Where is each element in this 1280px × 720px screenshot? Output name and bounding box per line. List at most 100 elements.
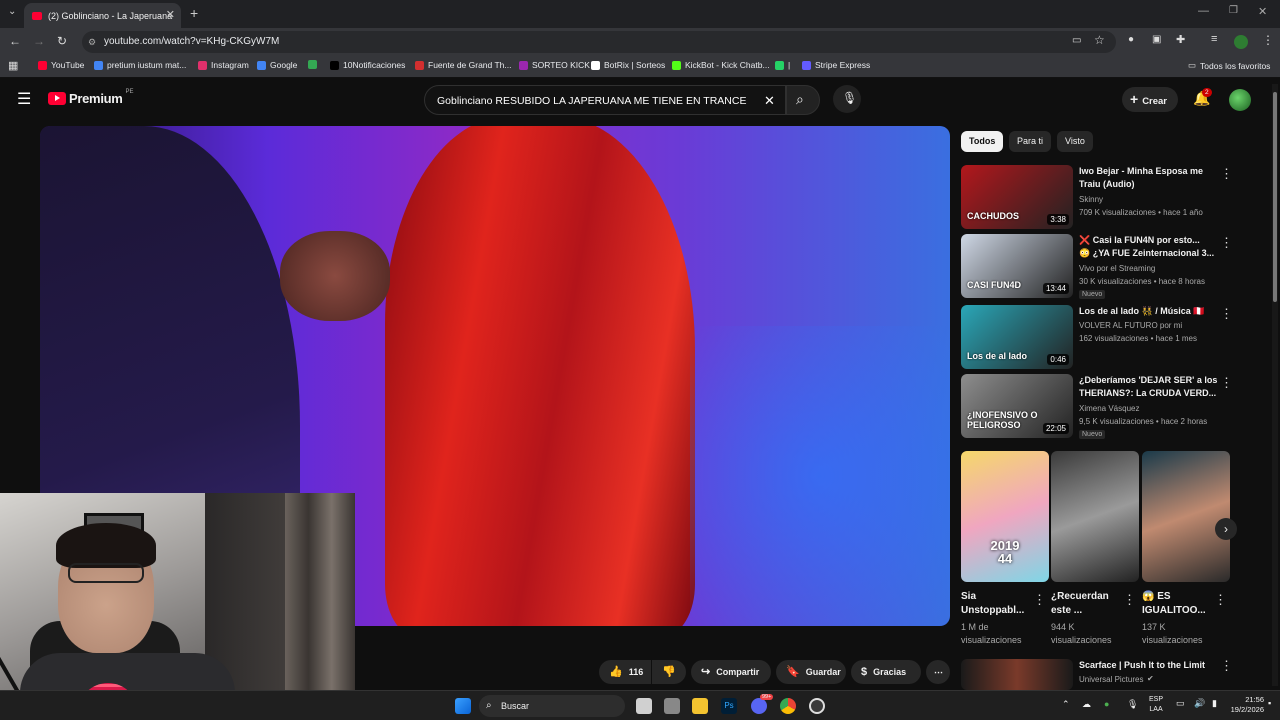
new-tab-icon[interactable]: +	[190, 5, 198, 21]
voice-search-button[interactable]: 🎙	[833, 85, 861, 113]
filter-chip[interactable]: Visto	[1057, 131, 1093, 152]
close-tab-icon[interactable]: ✕	[166, 8, 175, 21]
extension2-icon[interactable]: ▣	[1152, 34, 1161, 45]
url-field[interactable]: ⚙ youtube.com/watch?v=KHg-CKGyW7M	[82, 31, 1116, 53]
more-options-icon[interactable]: ⋮	[1220, 307, 1233, 320]
dislike-button[interactable]: 👎	[652, 660, 686, 684]
recommendation-title: Scarface | Push It to the Limit	[1079, 660, 1206, 670]
bookmark-star-icon[interactable]: ☆	[1094, 33, 1105, 47]
more-options-icon[interactable]: ⋮	[1220, 659, 1233, 672]
more-options-icon[interactable]: ⋮	[1220, 167, 1233, 180]
reading-list-icon[interactable]: ≡	[1211, 33, 1217, 45]
recommendation-item[interactable]: ¿INOFENSIVO O PELIGROSO 22:05 ¿Deberíamos …	[961, 374, 1261, 439]
back-icon[interactable]: ←	[9, 34, 21, 48]
more-options-icon[interactable]: ⋮	[1220, 236, 1233, 249]
search-button[interactable]: ⌕	[786, 85, 820, 115]
language-indicator[interactable]: ESP LAA	[1149, 695, 1163, 715]
monitor-icon[interactable]: ▭	[1176, 698, 1185, 709]
bookmark-item[interactable]: KickBot - Kick Chatb...	[672, 60, 770, 70]
more-options-icon[interactable]: ⋮	[1033, 593, 1046, 606]
file-explorer-icon[interactable]	[692, 698, 708, 714]
bookmark-item[interactable]: Google	[257, 60, 297, 70]
share-button[interactable]: ↪ Compartir	[691, 660, 771, 684]
extension-icon[interactable]: ●	[1128, 34, 1134, 45]
bookmark-item[interactable]: BotRix | Sorteos	[591, 60, 665, 70]
browser-menu-icon[interactable]: ⋮	[1262, 33, 1274, 47]
like-button[interactable]: 👍 116	[599, 660, 651, 684]
short-title[interactable]: Sia Unstoppabl...	[961, 590, 1024, 618]
bookmark-item[interactable]: Stripe Express	[802, 60, 870, 70]
filter-chip[interactable]: Todos	[961, 131, 1004, 152]
search-input[interactable]: Goblinciano RESUBIDO LA JAPERUANA ME TIE…	[424, 85, 786, 115]
short-title[interactable]: 😱 ES IGUALITOO...	[1142, 590, 1206, 618]
close-window-icon[interactable]: ✕	[1258, 5, 1267, 18]
page-scrollbar[interactable]	[1272, 84, 1278, 686]
title-line: ¿Deberíamos 'DEJAR SER' a los	[1079, 375, 1218, 385]
scrollbar-thumb[interactable]	[1273, 92, 1277, 302]
active-tab[interactable]: (2) Goblinciano - La Japeruana ✕	[24, 3, 181, 28]
more-actions-button[interactable]: ⋯	[926, 660, 950, 684]
thumbnail-text: CASI FUN4D	[967, 280, 1022, 290]
bookmark-item[interactable]: SORTEO KICK	[519, 60, 590, 70]
youtube-logo[interactable]: Premium PE	[48, 89, 134, 106]
bookmark-item[interactable]: |	[775, 60, 790, 70]
notification-center-icon[interactable]: ▪	[1268, 698, 1271, 708]
bookmark-item[interactable]: YouTube	[38, 60, 84, 70]
volume-icon[interactable]: 🔊	[1194, 698, 1205, 709]
bookmark-item[interactable]	[308, 60, 321, 69]
tray-icon[interactable]: ☁	[1082, 699, 1091, 710]
recommendation-channel: Universal Pictures	[1079, 675, 1144, 684]
cast-icon[interactable]: ▭	[1072, 35, 1081, 46]
thanks-label: Gracias	[873, 667, 907, 677]
windows-start-icon[interactable]	[455, 698, 471, 714]
short-title[interactable]: ¿Recuerdan este ...	[1051, 590, 1109, 618]
app-icon[interactable]	[664, 698, 680, 714]
filter-chip[interactable]: Para ti	[1009, 131, 1052, 152]
more-options-icon[interactable]: ⋮	[1214, 593, 1227, 606]
apps-grid-icon[interactable]: ▦	[8, 59, 18, 72]
account-avatar[interactable]	[1229, 89, 1251, 111]
shorts-next-button[interactable]: ›	[1215, 518, 1237, 540]
forward-icon[interactable]: →	[33, 34, 45, 48]
recommendation-item[interactable]: CACHUDOS 3:38 Iwo Bejar - Minha Esposa me T…	[961, 165, 1261, 229]
battery-icon[interactable]: ▮	[1212, 698, 1217, 709]
all-favorites[interactable]: ▭ Todos los favoritos	[1188, 60, 1270, 71]
profile-avatar-icon[interactable]	[1234, 35, 1248, 49]
webcam-curtain	[285, 493, 355, 720]
tray-icon[interactable]: ●	[1104, 699, 1109, 709]
recommendation-item[interactable]: Los de al lado 0:46 Los de al lado 👯 / Mús…	[961, 305, 1261, 369]
obs-icon[interactable]	[809, 698, 825, 714]
bookmark-item[interactable]: Fuente de Grand Th...	[415, 60, 511, 70]
clock[interactable]: 21:56 19/2/2026	[1222, 695, 1264, 715]
hamburger-menu-icon[interactable]: ☰	[17, 89, 31, 109]
create-button[interactable]: + Crear	[1122, 87, 1178, 112]
short-thumbnail[interactable]	[1142, 451, 1230, 582]
thanks-button[interactable]: $ Gracias	[851, 660, 921, 684]
more-options-icon[interactable]: ⋮	[1220, 376, 1233, 389]
extensions-puzzle-icon[interactable]: ✚	[1176, 33, 1185, 46]
reload-icon[interactable]: ↻	[57, 34, 67, 48]
tray-mic-icon[interactable]: 🎙	[1127, 699, 1138, 710]
title-line: Los de al lado 👯 / Música 🇵🇪	[1079, 306, 1205, 316]
minimize-icon[interactable]: —	[1198, 5, 1209, 17]
tray-chevron-icon[interactable]: ⌃	[1062, 699, 1070, 710]
bookmark-item[interactable]: 10Notificaciones	[330, 60, 405, 70]
short-thumbnail[interactable]: 2019 44	[961, 451, 1049, 582]
short-thumbnail[interactable]	[1051, 451, 1139, 582]
recommendation-item[interactable]: Scarface | Push It to the Limit Universa…	[961, 659, 1261, 690]
photoshop-icon[interactable]: Ps	[721, 698, 737, 714]
site-info-icon[interactable]: ⚙	[88, 31, 96, 53]
chrome-icon[interactable]	[780, 698, 796, 714]
bookmark-item[interactable]: pretium iustum mat...	[94, 60, 186, 70]
clear-search-icon[interactable]: ✕	[764, 86, 775, 116]
taskbar-search-box[interactable]: ⌕ Buscar	[479, 695, 625, 717]
discord-icon[interactable]	[751, 698, 767, 714]
tab-search-icon[interactable]: ⌄	[8, 6, 16, 17]
restore-icon[interactable]: ❐	[1229, 5, 1238, 16]
task-view-icon[interactable]	[636, 698, 652, 714]
save-button[interactable]: 🔖 Guardar	[776, 660, 846, 684]
recommendation-thumbnail: Los de al lado 0:46	[961, 305, 1073, 369]
bookmark-item[interactable]: Instagram	[198, 60, 249, 70]
recommendation-item[interactable]: CASI FUN4D 13:44 ❌ Casi la FUN4N por esto.…	[961, 234, 1261, 299]
more-options-icon[interactable]: ⋮	[1123, 593, 1136, 606]
